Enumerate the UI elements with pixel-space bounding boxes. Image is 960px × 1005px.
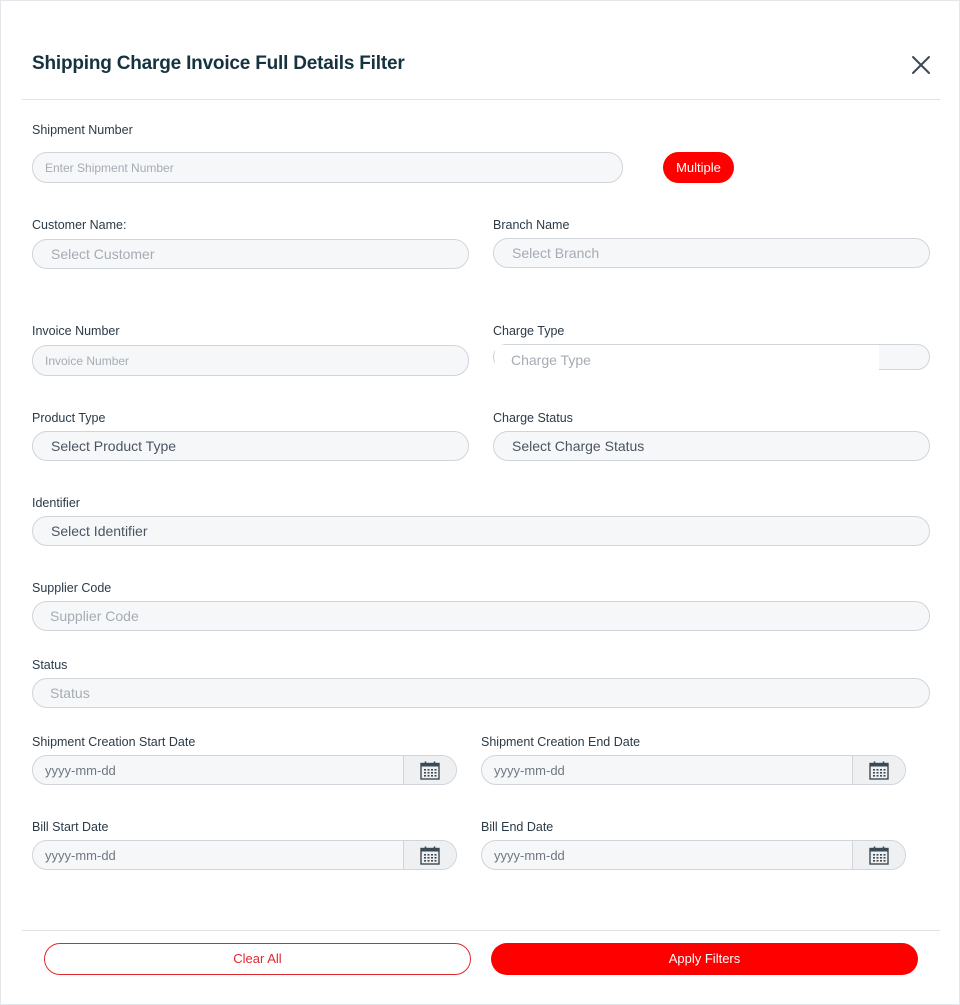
product-type-label: Product Type <box>32 411 106 425</box>
bill-end-date-label: Bill End Date <box>481 820 554 834</box>
calendar-icon[interactable] <box>403 841 456 869</box>
invoice-number-input[interactable] <box>32 345 469 376</box>
charge-status-select[interactable]: Select Charge Status <box>493 431 930 461</box>
creation-start-date-picker <box>32 755 457 785</box>
branch-select[interactable]: Select Branch <box>493 238 930 268</box>
charge-type-label: Charge Type <box>493 324 565 338</box>
branch-name-label: Branch Name <box>493 218 570 232</box>
shipment-number-label: Shipment Number <box>32 123 133 137</box>
calendar-icon[interactable] <box>852 756 905 784</box>
clear-all-button[interactable]: Clear All <box>44 943 471 975</box>
bill-start-date-input[interactable] <box>33 841 404 869</box>
modal-title: Shipping Charge Invoice Full Details Fil… <box>32 53 405 74</box>
creation-start-date-label: Shipment Creation Start Date <box>32 735 196 749</box>
calendar-icon[interactable] <box>403 756 456 784</box>
bill-start-date-label: Bill Start Date <box>32 820 109 834</box>
bill-end-date-picker <box>481 840 906 870</box>
close-icon[interactable] <box>909 53 933 77</box>
supplier-code-label: Supplier Code <box>32 581 112 595</box>
status-label: Status <box>32 658 68 672</box>
multiple-button[interactable]: Multiple <box>663 152 734 183</box>
charge-status-label: Charge Status <box>493 411 573 425</box>
status-input[interactable] <box>32 678 930 708</box>
header-divider <box>22 99 940 100</box>
creation-end-date-input[interactable] <box>482 756 853 784</box>
creation-start-date-input[interactable] <box>33 756 404 784</box>
creation-end-date-picker <box>481 755 906 785</box>
identifier-label: Identifier <box>32 496 80 510</box>
supplier-code-input[interactable] <box>32 601 930 631</box>
shipment-number-input[interactable] <box>32 152 623 183</box>
footer-divider <box>22 930 940 931</box>
identifier-select[interactable]: Select Identifier <box>32 516 930 546</box>
filter-modal: Shipping Charge Invoice Full Details Fil… <box>0 0 960 1005</box>
bill-end-date-input[interactable] <box>482 841 853 869</box>
creation-end-date-label: Shipment Creation End Date <box>481 735 641 749</box>
customer-name-label: Customer Name: <box>32 218 127 232</box>
calendar-icon[interactable] <box>852 841 905 869</box>
apply-filters-button[interactable]: Apply Filters <box>491 943 918 975</box>
customer-select[interactable]: Select Customer <box>32 239 469 269</box>
charge-type-placeholder: Charge Type <box>511 352 591 368</box>
invoice-number-label: Invoice Number <box>32 324 120 338</box>
product-type-select[interactable]: Select Product Type <box>32 431 469 461</box>
bill-start-date-picker <box>32 840 457 870</box>
